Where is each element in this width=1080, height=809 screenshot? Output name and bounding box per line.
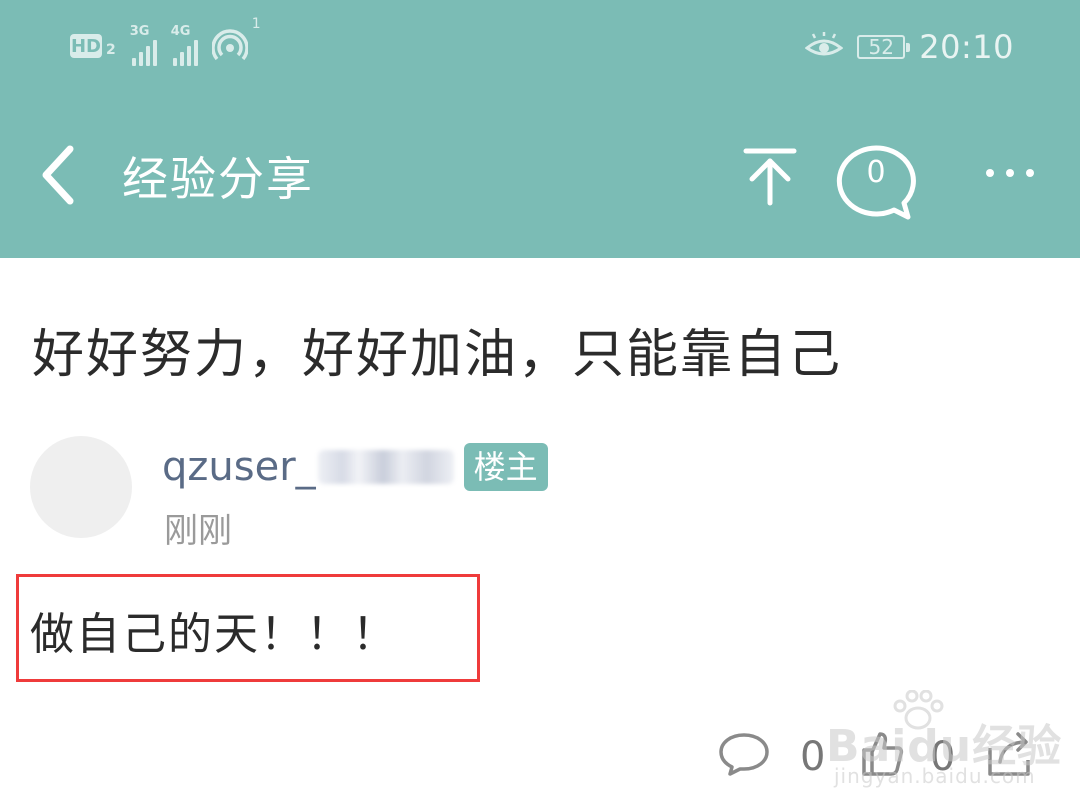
reply-icon[interactable] xyxy=(718,732,770,776)
like-icon[interactable] xyxy=(860,730,904,778)
status-left: HD 2 3G 4G 1 xyxy=(70,16,261,66)
avatar[interactable] xyxy=(30,436,132,538)
hd-voice-icon: HD xyxy=(70,34,102,58)
author-name[interactable]: qzuser_ xyxy=(162,444,316,490)
comment-count: 0 xyxy=(866,155,886,190)
signal-3g-icon: 3G xyxy=(130,24,157,66)
back-button[interactable] xyxy=(36,143,86,207)
post-time: 刚刚 xyxy=(164,511,232,551)
author-row: qzuser_ 楼主 xyxy=(162,443,548,491)
dot-icon xyxy=(1006,169,1014,177)
title-bar: 经验分享 0 xyxy=(0,95,1080,258)
status-time: 20:10 xyxy=(919,28,1014,66)
more-options-button[interactable] xyxy=(986,163,1034,183)
hd-sim-label: 2 xyxy=(106,42,116,58)
comments-button[interactable]: 0 xyxy=(834,143,920,221)
paw-logo-icon xyxy=(893,690,944,730)
redacted-username xyxy=(317,450,454,484)
hotspot-icon xyxy=(211,29,248,61)
dot-icon xyxy=(986,169,994,177)
post-title: 好好努力，好好加油，只能靠自己 xyxy=(32,325,843,385)
page-title: 经验分享 xyxy=(122,152,314,206)
share-icon[interactable] xyxy=(986,730,1032,778)
network-4g-label: 4G xyxy=(170,24,191,39)
network-3g-label: 3G xyxy=(129,24,150,39)
signal-4g-icon: 4G xyxy=(171,24,198,66)
app-screen: HD 2 3G 4G 1 52 20:10 经验分享 0 好好努力，好好加油，只… xyxy=(0,0,1080,809)
like-count: 0 xyxy=(930,734,956,780)
eye-comfort-icon xyxy=(805,32,844,56)
post-content: 做自己的天！！！ xyxy=(30,609,398,660)
hotspot-count: 1 xyxy=(251,16,261,32)
battery-level: 52 xyxy=(868,35,894,59)
owner-badge: 楼主 xyxy=(463,443,548,491)
scroll-top-button[interactable] xyxy=(742,147,798,207)
status-bar: HD 2 3G 4G 1 52 20:10 xyxy=(0,0,1080,95)
battery-icon: 52 xyxy=(857,35,911,59)
dot-icon xyxy=(1026,169,1034,177)
reply-count: 0 xyxy=(800,734,826,780)
status-right: 52 20:10 xyxy=(805,28,1014,66)
